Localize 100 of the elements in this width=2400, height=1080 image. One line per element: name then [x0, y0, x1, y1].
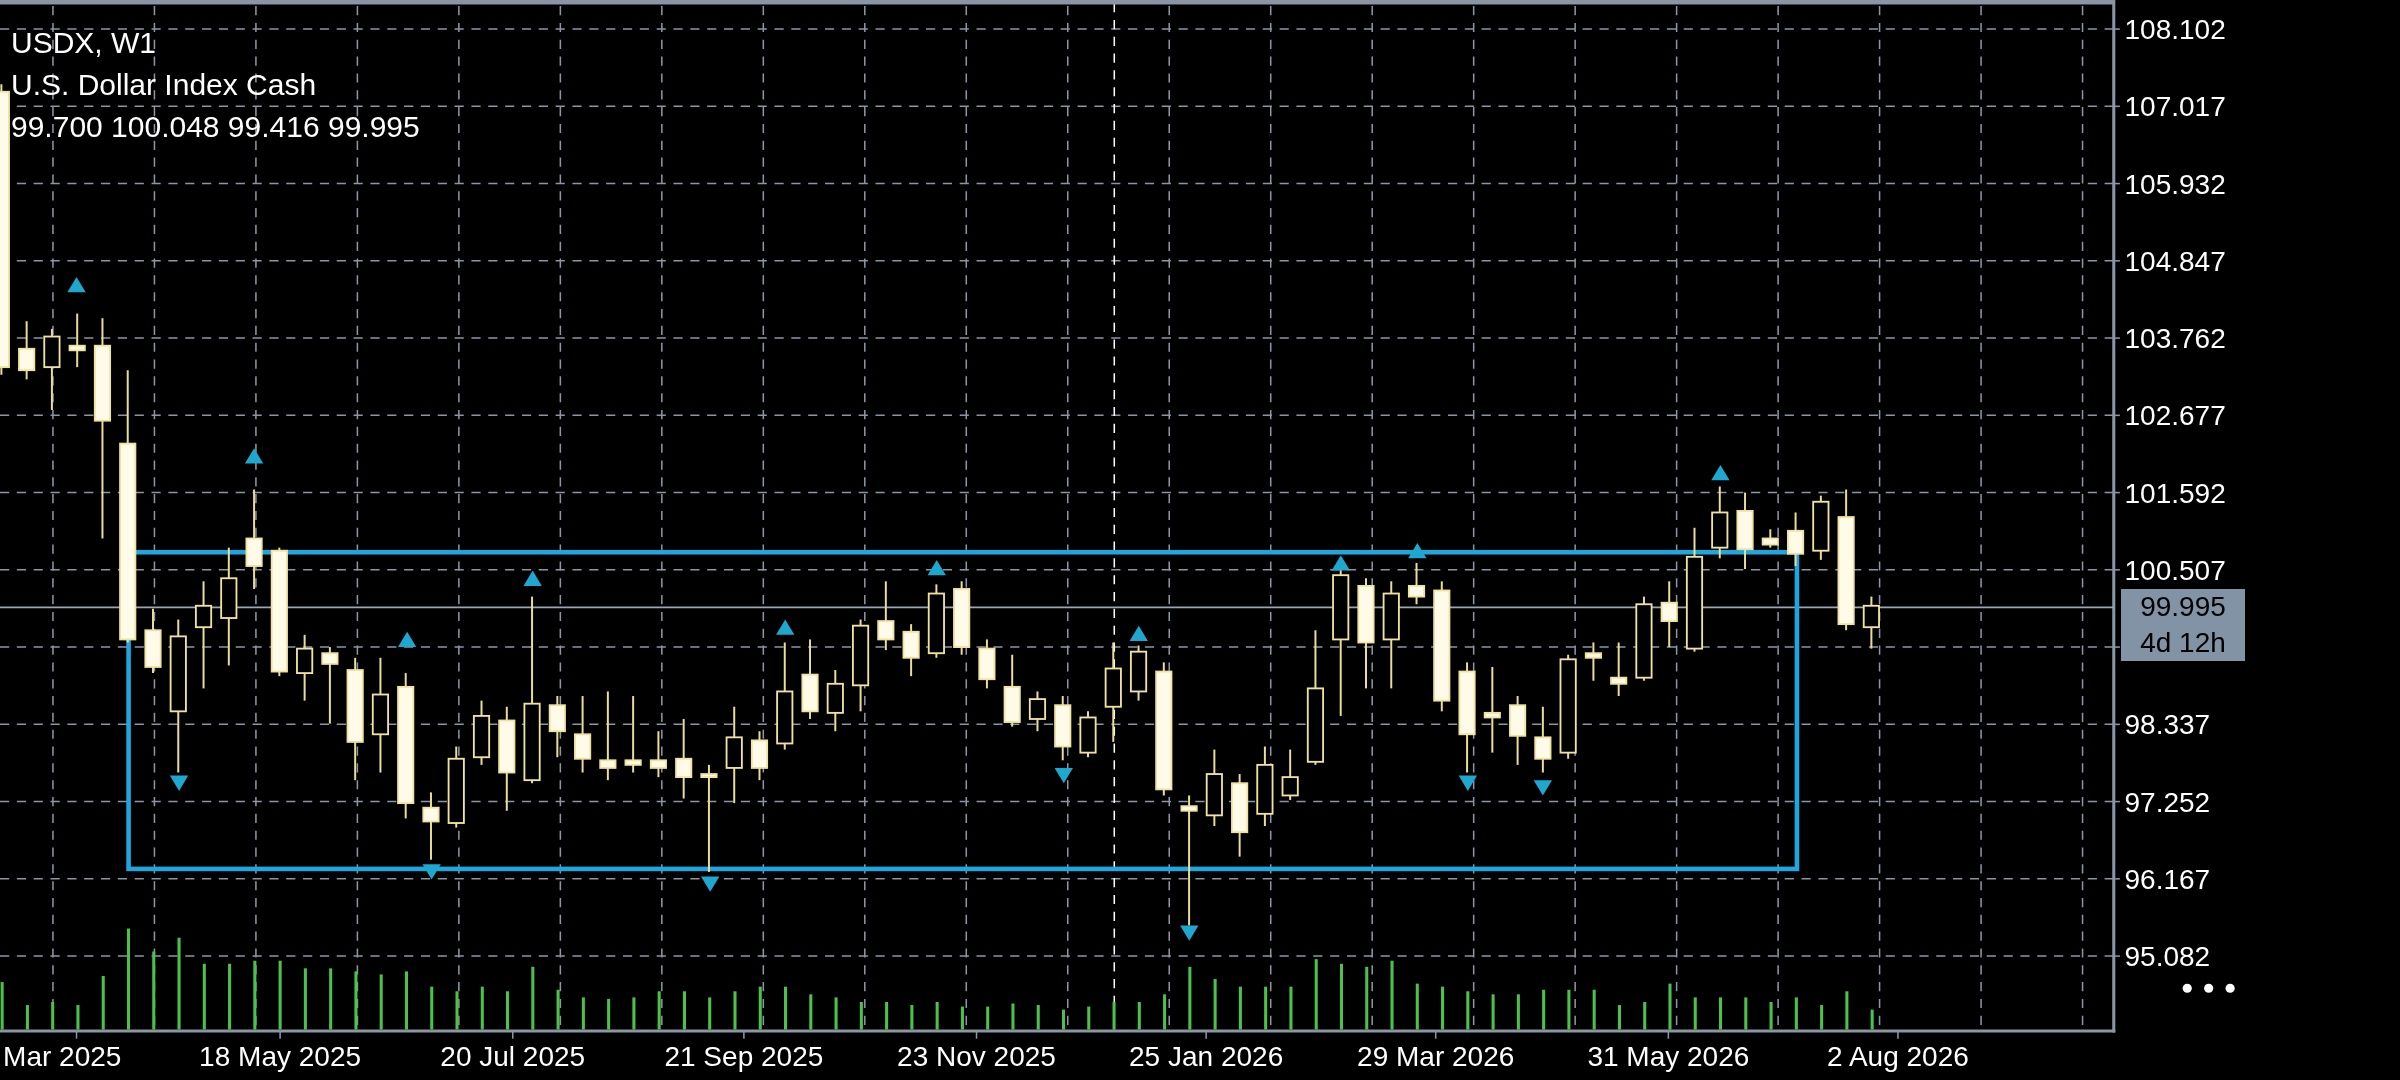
volume-bar — [1188, 966, 1192, 1030]
candle — [1079, 710, 1097, 759]
candle — [1812, 494, 1830, 561]
volume-bar — [1744, 997, 1748, 1030]
volume-bar — [506, 991, 510, 1030]
volume-bar — [1870, 1009, 1874, 1030]
volume-bar — [404, 971, 408, 1030]
volume-bar — [1466, 991, 1470, 1030]
down-arrow-icon — [1533, 780, 1553, 796]
volume-bar — [430, 986, 434, 1030]
price-label: 101.592 — [2124, 477, 2226, 509]
candle — [826, 669, 844, 733]
volume-bar — [1390, 960, 1394, 1030]
volume-bar — [986, 1006, 990, 1030]
volume-bar — [1264, 986, 1268, 1030]
candle — [1129, 644, 1148, 702]
volume-bar — [455, 991, 459, 1030]
volume-bar — [329, 968, 333, 1030]
up-arrow-icon — [1129, 625, 1148, 641]
up-arrow-icon — [67, 276, 86, 293]
volume-bar — [253, 960, 257, 1030]
down-arrow-icon — [169, 775, 189, 791]
candle — [296, 633, 314, 702]
volume-bar — [657, 991, 661, 1030]
price-label: 105.932 — [2124, 168, 2226, 200]
candle — [1509, 695, 1527, 766]
price-label: 95.082 — [2124, 941, 2211, 973]
volume-bar — [632, 997, 636, 1030]
more-icon[interactable] — [2182, 983, 2235, 993]
up-arrow-icon — [1711, 465, 1730, 481]
volume-bar — [1213, 979, 1217, 1030]
volume-bar — [1137, 1002, 1141, 1030]
volume-bar — [910, 1005, 914, 1030]
volume-bar — [1112, 1002, 1116, 1030]
volume-bar — [809, 994, 813, 1030]
volume-bar — [1769, 1002, 1773, 1030]
candle — [1534, 705, 1552, 774]
date-label: 20 Jul 2025 — [440, 1041, 586, 1073]
down-arrow-icon — [1458, 775, 1478, 791]
up-arrow-icon — [244, 448, 264, 464]
volume-bar — [76, 1005, 80, 1030]
candle — [750, 730, 769, 782]
volume-bar — [1794, 997, 1798, 1030]
candle — [1660, 580, 1678, 649]
volume-bar — [834, 997, 838, 1030]
volume-bar — [101, 976, 105, 1030]
candle — [978, 638, 996, 690]
down-arrow-icon — [1180, 925, 1199, 941]
date-label: 25 Jan 2026 — [1129, 1041, 1284, 1073]
volume-bar — [1567, 989, 1571, 1030]
price-label: 100.507 — [2124, 554, 2226, 586]
current-price: 99.995 — [2140, 590, 2226, 624]
volume-bar — [1643, 1002, 1647, 1030]
date-label: 2 Aug 2026 — [1827, 1041, 1969, 1073]
volume-bar — [228, 963, 232, 1030]
volume-bar — [1820, 1005, 1824, 1030]
volume-bar — [1415, 983, 1419, 1030]
candle — [902, 623, 920, 678]
volume-bar — [758, 986, 762, 1030]
volume-bar — [935, 1002, 939, 1030]
volume-bar — [556, 989, 560, 1030]
bar-countdown: 4d 12h — [2140, 626, 2226, 660]
volume-bar — [1693, 997, 1697, 1030]
volume-bar — [278, 960, 282, 1030]
up-arrow-icon — [776, 619, 795, 635]
volume-bar — [859, 1002, 863, 1030]
volume-bar — [1289, 986, 1293, 1030]
volume-bar — [733, 991, 737, 1030]
volume-bar — [1719, 997, 1723, 1030]
candle — [144, 607, 162, 675]
candle — [1862, 595, 1880, 650]
date-label: Mar 2025 — [3, 1041, 122, 1073]
volume-bar — [531, 966, 535, 1030]
volume-bar — [480, 986, 484, 1030]
up-arrow-icon — [523, 570, 542, 586]
volume-bar — [0, 982, 4, 1030]
candle — [472, 699, 491, 766]
candle — [1787, 511, 1805, 567]
price-label: 108.102 — [2124, 14, 2226, 45]
volume-bar — [1441, 986, 1445, 1030]
price-label: 104.847 — [2124, 245, 2226, 277]
candle — [1584, 641, 1602, 682]
volume-bar — [1668, 983, 1672, 1030]
volume-bar — [1238, 986, 1242, 1030]
date-label: 29 Mar 2026 — [1357, 1041, 1515, 1073]
volume-bar — [379, 974, 383, 1030]
volume-bar — [960, 1006, 964, 1030]
date-label: 21 Sep 2025 — [664, 1041, 824, 1073]
volume-bar — [682, 991, 686, 1030]
up-arrow-icon — [927, 559, 946, 576]
volume-bar — [581, 997, 585, 1030]
volume-bar — [25, 1005, 29, 1030]
candle — [1028, 690, 1047, 733]
volume-bar — [1036, 1005, 1040, 1030]
symbol-title: USDX, W1 — [11, 25, 157, 61]
date-label: 31 May 2026 — [1587, 1041, 1750, 1073]
up-arrow-icon — [397, 631, 417, 648]
volume-bar — [1061, 1009, 1066, 1030]
price-label: 102.677 — [2124, 400, 2226, 432]
date-label: 23 Nov 2025 — [897, 1041, 1056, 1073]
